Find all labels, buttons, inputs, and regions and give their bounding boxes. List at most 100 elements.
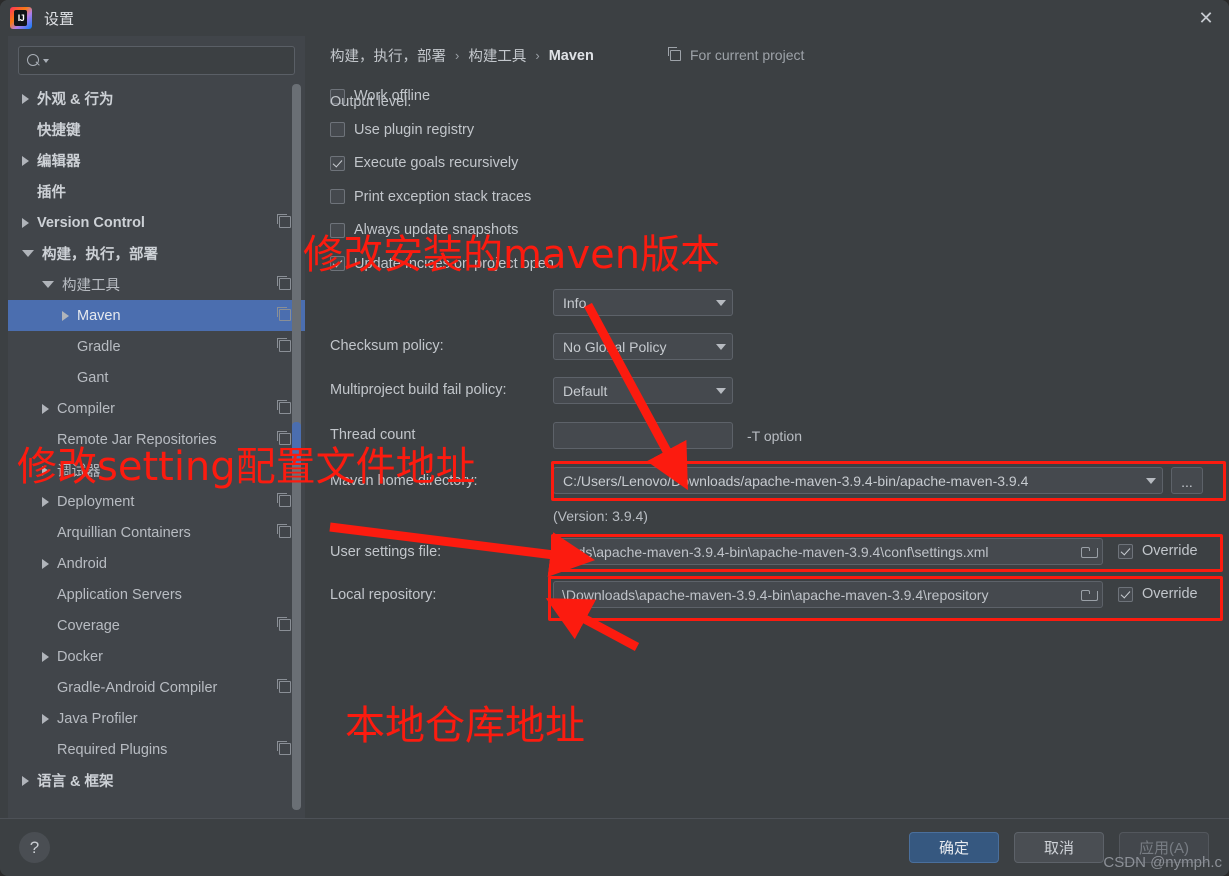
copy-icon[interactable] — [276, 399, 291, 414]
sidebar-item-2[interactable]: 编辑器 — [8, 145, 305, 176]
ok-button[interactable]: 确定 — [909, 832, 999, 863]
cancel-button[interactable]: 取消 — [1014, 832, 1104, 863]
sidebar-item-label: Version Control — [37, 214, 145, 231]
chevron-down-icon[interactable] — [22, 250, 34, 257]
copy-icon[interactable] — [276, 523, 291, 538]
chevron-right-icon[interactable] — [22, 217, 29, 228]
copy-icon[interactable] — [276, 492, 291, 507]
chevron-right-icon[interactable] — [42, 465, 49, 476]
checkbox-label: Use plugin registry — [354, 121, 475, 138]
sidebar-item-20[interactable]: Java Profiler — [8, 703, 305, 734]
close-icon[interactable]: ✕ — [1183, 0, 1229, 36]
chevron-right-icon[interactable] — [42, 713, 49, 724]
checkbox-row-5[interactable]: Update Incices on project open — [330, 256, 554, 272]
copy-icon[interactable] — [276, 678, 291, 693]
maven-version-note: (Version: 3.9.4) — [553, 508, 648, 524]
help-button[interactable]: ? — [19, 832, 50, 863]
multiproject-fail-policy-select[interactable]: Default — [553, 377, 733, 404]
user-settings-override[interactable]: Override — [1118, 543, 1198, 559]
chevron-right-icon[interactable] — [42, 496, 49, 507]
sidebar-item-16[interactable]: Application Servers — [8, 579, 305, 610]
checkbox-row-1[interactable]: Use plugin registry — [330, 122, 474, 138]
sidebar-item-4[interactable]: Version Control — [8, 207, 305, 238]
checkbox-1[interactable] — [330, 122, 345, 137]
sidebar-item-6[interactable]: 构建工具 — [8, 269, 305, 300]
chevron-down-icon — [716, 387, 726, 394]
local-repository-override[interactable]: Override — [1118, 586, 1198, 602]
sidebar-item-1[interactable]: 快捷键 — [8, 114, 305, 145]
folder-icon[interactable] — [1081, 589, 1098, 601]
sidebar-item-21[interactable]: Required Plugins — [8, 734, 305, 765]
chevron-down-icon[interactable] — [42, 281, 54, 288]
sidebar-item-label: 插件 — [37, 185, 66, 201]
copy-icon[interactable] — [276, 337, 291, 352]
sidebar-item-0[interactable]: 外观 & 行为 — [8, 83, 305, 114]
local-repository-label: Local repository: — [330, 587, 437, 603]
maven-home-browse-button[interactable]: ... — [1171, 467, 1203, 494]
local-repository-override-checkbox[interactable] — [1118, 586, 1133, 602]
checkbox-4[interactable] — [330, 222, 345, 238]
sidebar-item-8[interactable]: Gradle — [8, 331, 305, 362]
user-settings-input[interactable]: oads\apache-maven-3.9.4-bin\apache-maven… — [553, 538, 1103, 565]
chevron-down-icon — [716, 343, 726, 350]
copy-icon[interactable] — [276, 275, 291, 290]
checkbox-3[interactable] — [330, 189, 345, 204]
breadcrumb-item-0[interactable]: 构建，执行，部署 — [330, 45, 446, 66]
chevron-right-icon[interactable] — [22, 155, 29, 166]
checkbox-2[interactable] — [330, 155, 345, 171]
sidebar-item-19[interactable]: Gradle-Android Compiler — [8, 672, 305, 703]
user-settings-override-checkbox[interactable] — [1118, 543, 1133, 559]
sidebar-item-7[interactable]: Maven — [8, 300, 305, 331]
output-level-label: Output level: — [330, 94, 412, 110]
copy-icon[interactable] — [276, 616, 291, 631]
chevron-right-icon[interactable] — [42, 403, 49, 414]
checkbox-row-4[interactable]: Always update snapshots — [330, 222, 518, 238]
checksum-policy-select[interactable]: No Global Policy — [553, 333, 733, 360]
checkbox-5[interactable] — [330, 256, 345, 271]
copy-icon[interactable] — [276, 306, 291, 321]
maven-home-select[interactable]: C:/Users/Lenovo/Downloads/apache-maven-3… — [553, 467, 1163, 494]
copy-icon[interactable] — [276, 740, 291, 755]
chevron-right-icon[interactable] — [62, 310, 69, 321]
sidebar-item-22[interactable]: 语言 & 框架 — [8, 765, 305, 796]
search-input[interactable] — [49, 53, 286, 68]
sidebar-item-13[interactable]: Deployment — [8, 486, 305, 517]
sidebar-item-label: Deployment — [57, 493, 135, 510]
sidebar-item-5[interactable]: 构建，执行，部署 — [8, 238, 305, 269]
breadcrumb-item-1[interactable]: 构建工具 — [468, 45, 526, 66]
local-repository-input[interactable]: \Downloads\apache-maven-3.9.4-bin\apache… — [553, 581, 1103, 608]
chevron-right-icon[interactable] — [22, 93, 29, 104]
checkbox-row-3[interactable]: Print exception stack traces — [330, 189, 531, 205]
sidebar-item-9[interactable]: Gant — [8, 362, 305, 393]
settings-sidebar: 外观 & 行为 快捷键 编辑器插件 Version Control 构建，执行，部署 构建… — [8, 36, 305, 818]
sidebar-item-11[interactable]: Remote Jar Repositories — [8, 424, 305, 455]
copy-icon[interactable] — [276, 213, 291, 228]
sidebar-item-18[interactable]: Docker — [8, 641, 305, 672]
sidebar-item-14[interactable]: Arquillian Containers — [8, 517, 305, 548]
chevron-right-icon[interactable] — [22, 775, 29, 786]
sidebar-item-3[interactable]: 插件 — [8, 176, 305, 207]
for-current-project[interactable]: For current project — [667, 47, 804, 63]
dialog-footer: ? 确定 取消 应用(A) CSDN @nymph.c — [0, 818, 1229, 876]
copy-icon[interactable] — [276, 430, 291, 445]
sidebar-scrollbar-thumb[interactable] — [292, 422, 301, 466]
sidebar-item-10[interactable]: Compiler — [8, 393, 305, 424]
maven-home-value: C:/Users/Lenovo/Downloads/apache-maven-3… — [563, 472, 1029, 489]
sidebar-item-label: Arquillian Containers — [57, 524, 191, 541]
chevron-right-icon[interactable] — [42, 558, 49, 569]
folder-icon[interactable] — [1081, 546, 1098, 558]
thread-count-input[interactable] — [553, 422, 733, 449]
breadcrumb-separator: › — [535, 48, 540, 63]
sidebar-item-12[interactable]: 调试器 — [8, 455, 305, 486]
search-box[interactable] — [18, 46, 295, 75]
chevron-right-icon[interactable] — [42, 651, 49, 662]
user-settings-label: User settings file: — [330, 544, 442, 560]
breadcrumb: 构建，执行，部署 › 构建工具 › Maven — [330, 45, 594, 66]
checkbox-row-2[interactable]: Execute goals recursively — [330, 155, 518, 171]
maven-home-label: Maven home directory: — [330, 473, 478, 489]
sidebar-scrollbar-track[interactable] — [292, 84, 301, 810]
output-level-select[interactable]: Info — [553, 289, 733, 316]
sidebar-item-15[interactable]: Android — [8, 548, 305, 579]
user-settings-override-label: Override — [1142, 543, 1198, 559]
sidebar-item-17[interactable]: Coverage — [8, 610, 305, 641]
